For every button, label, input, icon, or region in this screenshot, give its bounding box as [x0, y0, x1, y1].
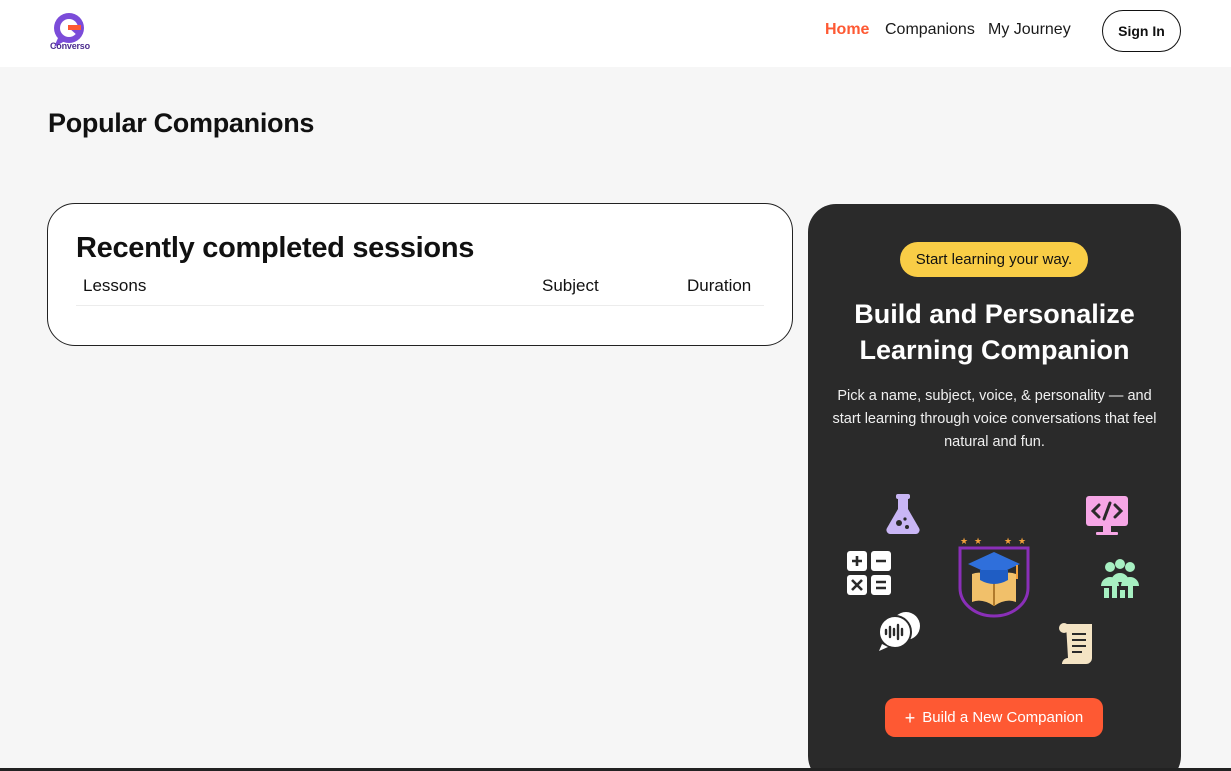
cta-badge: Start learning your way.: [900, 242, 1088, 277]
svg-text:★: ★: [1018, 537, 1026, 547]
nav-home[interactable]: Home: [825, 21, 869, 39]
nav-my-journey[interactable]: My Journey: [988, 21, 1071, 39]
sign-in-button[interactable]: Sign In: [1102, 10, 1181, 52]
svg-text:★: ★: [974, 537, 982, 547]
build-new-companion-label: Build a New Companion: [922, 709, 1084, 726]
recent-sessions-card: Recently completed sessions Lessons Subj…: [47, 203, 793, 346]
graduation-cap-book-icon: ★ ★ ★ ★: [958, 537, 1030, 618]
recent-sessions-title: Recently completed sessions: [76, 232, 475, 264]
column-header-lessons: Lessons: [83, 276, 147, 295]
voice-chat-icon: [878, 612, 920, 651]
logo-link[interactable]: Converso: [0, 0, 110, 67]
svg-text:★: ★: [1004, 537, 1012, 547]
column-header-duration: Duration: [687, 276, 752, 295]
svg-text:★: ★: [960, 537, 968, 547]
cta-description: Pick a name, subject, voice, & personali…: [832, 388, 1157, 450]
column-header-subject: Subject: [542, 276, 599, 295]
people-chart-icon: [1101, 559, 1139, 598]
flask-icon: [886, 494, 920, 535]
build-companion-cta: Start learning your way. Build and Perso…: [808, 204, 1181, 771]
code-monitor-icon: [1086, 496, 1128, 535]
table-header-divider: [76, 305, 764, 306]
nav-companions[interactable]: Companions: [885, 21, 975, 39]
calculator-icon: [847, 551, 891, 595]
build-new-companion-button[interactable]: + Build a New Companion: [885, 698, 1103, 737]
top-navbar: Converso Home Companions My Journey Sign…: [0, 0, 1231, 67]
logo-text: Converso: [50, 41, 90, 51]
cta-title: Build and Personalize Learning Companion: [854, 299, 1135, 365]
plus-icon: +: [904, 707, 916, 728]
page-title: Popular Companions: [48, 108, 315, 138]
scroll-icon: [1059, 623, 1092, 664]
